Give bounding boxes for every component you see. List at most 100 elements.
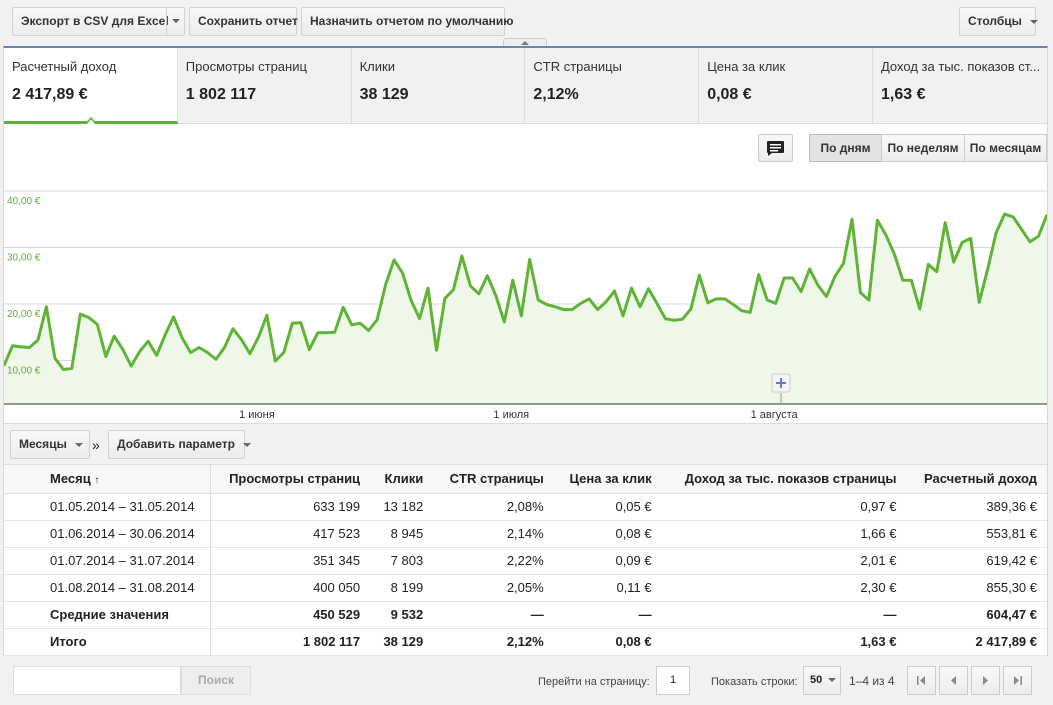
cell-month: 01.07.2014 – 31.07.2014 bbox=[4, 547, 211, 575]
cell-cpc: 0,11 € bbox=[553, 574, 662, 602]
cell-page-views: 450 529 bbox=[210, 601, 371, 629]
last-page-button[interactable] bbox=[1003, 666, 1032, 695]
dimension-bar: Месяцы » Добавить параметр bbox=[4, 423, 1047, 465]
chevron-down-icon bbox=[171, 19, 180, 23]
search-button[interactable]: Поиск bbox=[181, 666, 251, 695]
cell-earnings: 855,30 € bbox=[906, 574, 1047, 602]
metric-name: Расчетный доход bbox=[12, 59, 117, 74]
column-header-earnings[interactable]: Расчетный доход bbox=[906, 465, 1047, 494]
cell-clicks: 7 803 bbox=[370, 547, 434, 575]
cell-clicks: 8 945 bbox=[370, 520, 434, 548]
metric-tab-cpc[interactable]: Цена за клик 0,08 € bbox=[699, 48, 873, 124]
chevron-down-icon bbox=[242, 442, 251, 447]
cell-rpm: 2,30 € bbox=[661, 574, 907, 602]
metric-name: Доход за тыс. показов ст... bbox=[880, 59, 1039, 74]
table-row: 01.05.2014 – 31.05.2014 633 199 13 182 2… bbox=[4, 493, 1047, 521]
cell-earnings: 2 417,89 € bbox=[906, 628, 1047, 656]
set-default-report-button[interactable]: Назначить отчетом по умолчанию bbox=[301, 7, 514, 36]
save-report-label: Сохранить отчет bbox=[198, 14, 298, 28]
metric-tab-page-ctr[interactable]: CTR страницы 2,12% bbox=[525, 48, 700, 124]
breadcrumb-separator: » bbox=[92, 437, 100, 453]
y-tick-label: 30,00 € bbox=[7, 252, 41, 263]
column-header-ctr[interactable]: CTR страницы bbox=[433, 465, 554, 494]
cell-ctr: 2,08% bbox=[433, 493, 554, 521]
chevron-down-icon bbox=[1029, 19, 1038, 24]
table-row: 01.06.2014 – 30.06.2014 417 523 8 945 2,… bbox=[4, 520, 1047, 548]
set-default-label: Назначить отчетом по умолчанию bbox=[310, 14, 514, 28]
chevron-down-icon bbox=[74, 442, 83, 447]
export-csv-label: Экспорт в CSV для Excel bbox=[21, 14, 169, 28]
last-page-icon bbox=[1014, 676, 1022, 685]
cell-cpc: 0,08 € bbox=[553, 520, 662, 548]
column-header-page-views[interactable]: Просмотры страниц bbox=[210, 465, 371, 494]
cell-page-views: 633 199 bbox=[210, 493, 371, 521]
period-weeks-button[interactable]: По неделям bbox=[881, 134, 965, 162]
cell-clicks: 9 532 bbox=[370, 601, 434, 629]
period-months-button[interactable]: По месяцам bbox=[964, 134, 1047, 162]
export-csv-button[interactable]: Экспорт в CSV для Excel bbox=[12, 7, 185, 36]
cell-rpm: 1,66 € bbox=[661, 520, 907, 548]
metric-value: 0,08 € bbox=[707, 86, 752, 103]
cell-clicks: 38 129 bbox=[370, 628, 434, 656]
y-tick-label: 10,00 € bbox=[7, 365, 41, 376]
report-card: Расчетный доход 2 417,89 € Просмотры стр… bbox=[3, 46, 1048, 656]
rows-per-page-select[interactable]: 50 bbox=[803, 666, 841, 695]
earnings-chart: 10,00 € 20,00 € 30,00 € 40,00 € 1 июня 1 июл… bbox=[4, 190, 1047, 421]
metric-name: CTR страницы bbox=[533, 59, 622, 74]
period-days-button[interactable]: По дням bbox=[809, 134, 882, 162]
save-report-button[interactable]: Сохранить отчет bbox=[189, 7, 298, 36]
metric-tab-page-rpm[interactable]: Доход за тыс. показов ст... 1,63 € bbox=[873, 48, 1047, 124]
column-header-cpc[interactable]: Цена за клик bbox=[553, 465, 662, 494]
next-page-button[interactable] bbox=[971, 666, 1000, 695]
page-number-input[interactable]: 1 bbox=[656, 666, 690, 695]
rows-per-page-label: Показать строки: bbox=[711, 676, 798, 688]
metric-value: 2,12% bbox=[533, 86, 579, 103]
cell-label: Средние значения bbox=[4, 601, 211, 629]
cell-clicks: 8 199 bbox=[370, 574, 434, 602]
cell-cpc: — bbox=[553, 601, 662, 629]
column-header-month[interactable]: Месяц ↑ bbox=[4, 465, 211, 494]
next-page-icon bbox=[983, 676, 988, 685]
cell-page-views: 1 802 117 bbox=[210, 628, 371, 656]
y-tick-label: 20,00 € bbox=[7, 309, 41, 320]
rows-value: 50 bbox=[810, 674, 823, 686]
annotations-button[interactable] bbox=[758, 134, 793, 162]
chevron-down-icon bbox=[828, 678, 837, 683]
metric-tab-page-views[interactable]: Просмотры страниц 1 802 117 bbox=[178, 48, 352, 124]
cell-rpm: — bbox=[661, 601, 907, 629]
metric-name: Просмотры страниц bbox=[185, 59, 307, 74]
prev-page-icon bbox=[951, 676, 956, 685]
column-header-clicks[interactable]: Клики bbox=[370, 465, 434, 494]
metric-value: 1 802 117 bbox=[185, 86, 257, 103]
cell-label: Итого bbox=[4, 628, 211, 656]
cell-month: 01.06.2014 – 30.06.2014 bbox=[4, 520, 211, 548]
metric-tab-estimated-earnings[interactable]: Расчетный доход 2 417,89 € bbox=[4, 48, 178, 124]
metric-value: 2 417,89 € bbox=[12, 86, 88, 103]
export-dropdown-arrow[interactable] bbox=[166, 8, 184, 35]
metric-value: 38 129 bbox=[359, 86, 409, 103]
cell-rpm: 2,01 € bbox=[661, 547, 907, 575]
columns-button[interactable]: Столбцы bbox=[959, 7, 1038, 36]
active-tab-notch bbox=[86, 117, 96, 124]
cell-ctr: — bbox=[433, 601, 554, 629]
column-header-rpm[interactable]: Доход за тыс. показов страницы bbox=[661, 465, 907, 494]
cell-earnings: 389,36 € bbox=[906, 493, 1047, 521]
table-row-average: Средние значения 450 529 9 532 — — — 604… bbox=[4, 601, 1047, 629]
search-input[interactable] bbox=[13, 666, 181, 695]
metric-name: Клики bbox=[359, 59, 395, 74]
cell-rpm: 1,63 € bbox=[661, 628, 907, 656]
header-label: Месяц bbox=[50, 471, 91, 487]
months-dimension-button[interactable]: Месяцы bbox=[10, 430, 90, 459]
columns-label: Столбцы bbox=[968, 14, 1022, 28]
cell-month: 01.08.2014 – 31.08.2014 bbox=[4, 574, 211, 602]
add-parameter-button[interactable]: Добавить параметр bbox=[108, 430, 251, 459]
first-page-icon bbox=[917, 676, 925, 685]
cell-cpc: 0,05 € bbox=[553, 493, 662, 521]
table-row: 01.07.2014 – 31.07.2014 351 345 7 803 2,… bbox=[4, 547, 1047, 575]
first-page-button[interactable] bbox=[907, 666, 936, 695]
prev-page-button[interactable] bbox=[939, 666, 968, 695]
metric-tabs: Расчетный доход 2 417,89 € Просмотры стр… bbox=[4, 48, 1047, 124]
metric-tab-clicks[interactable]: Клики 38 129 bbox=[352, 48, 526, 124]
cell-ctr: 2,22% bbox=[433, 547, 554, 575]
pagination-range: 1–4 из 4 bbox=[849, 674, 895, 688]
